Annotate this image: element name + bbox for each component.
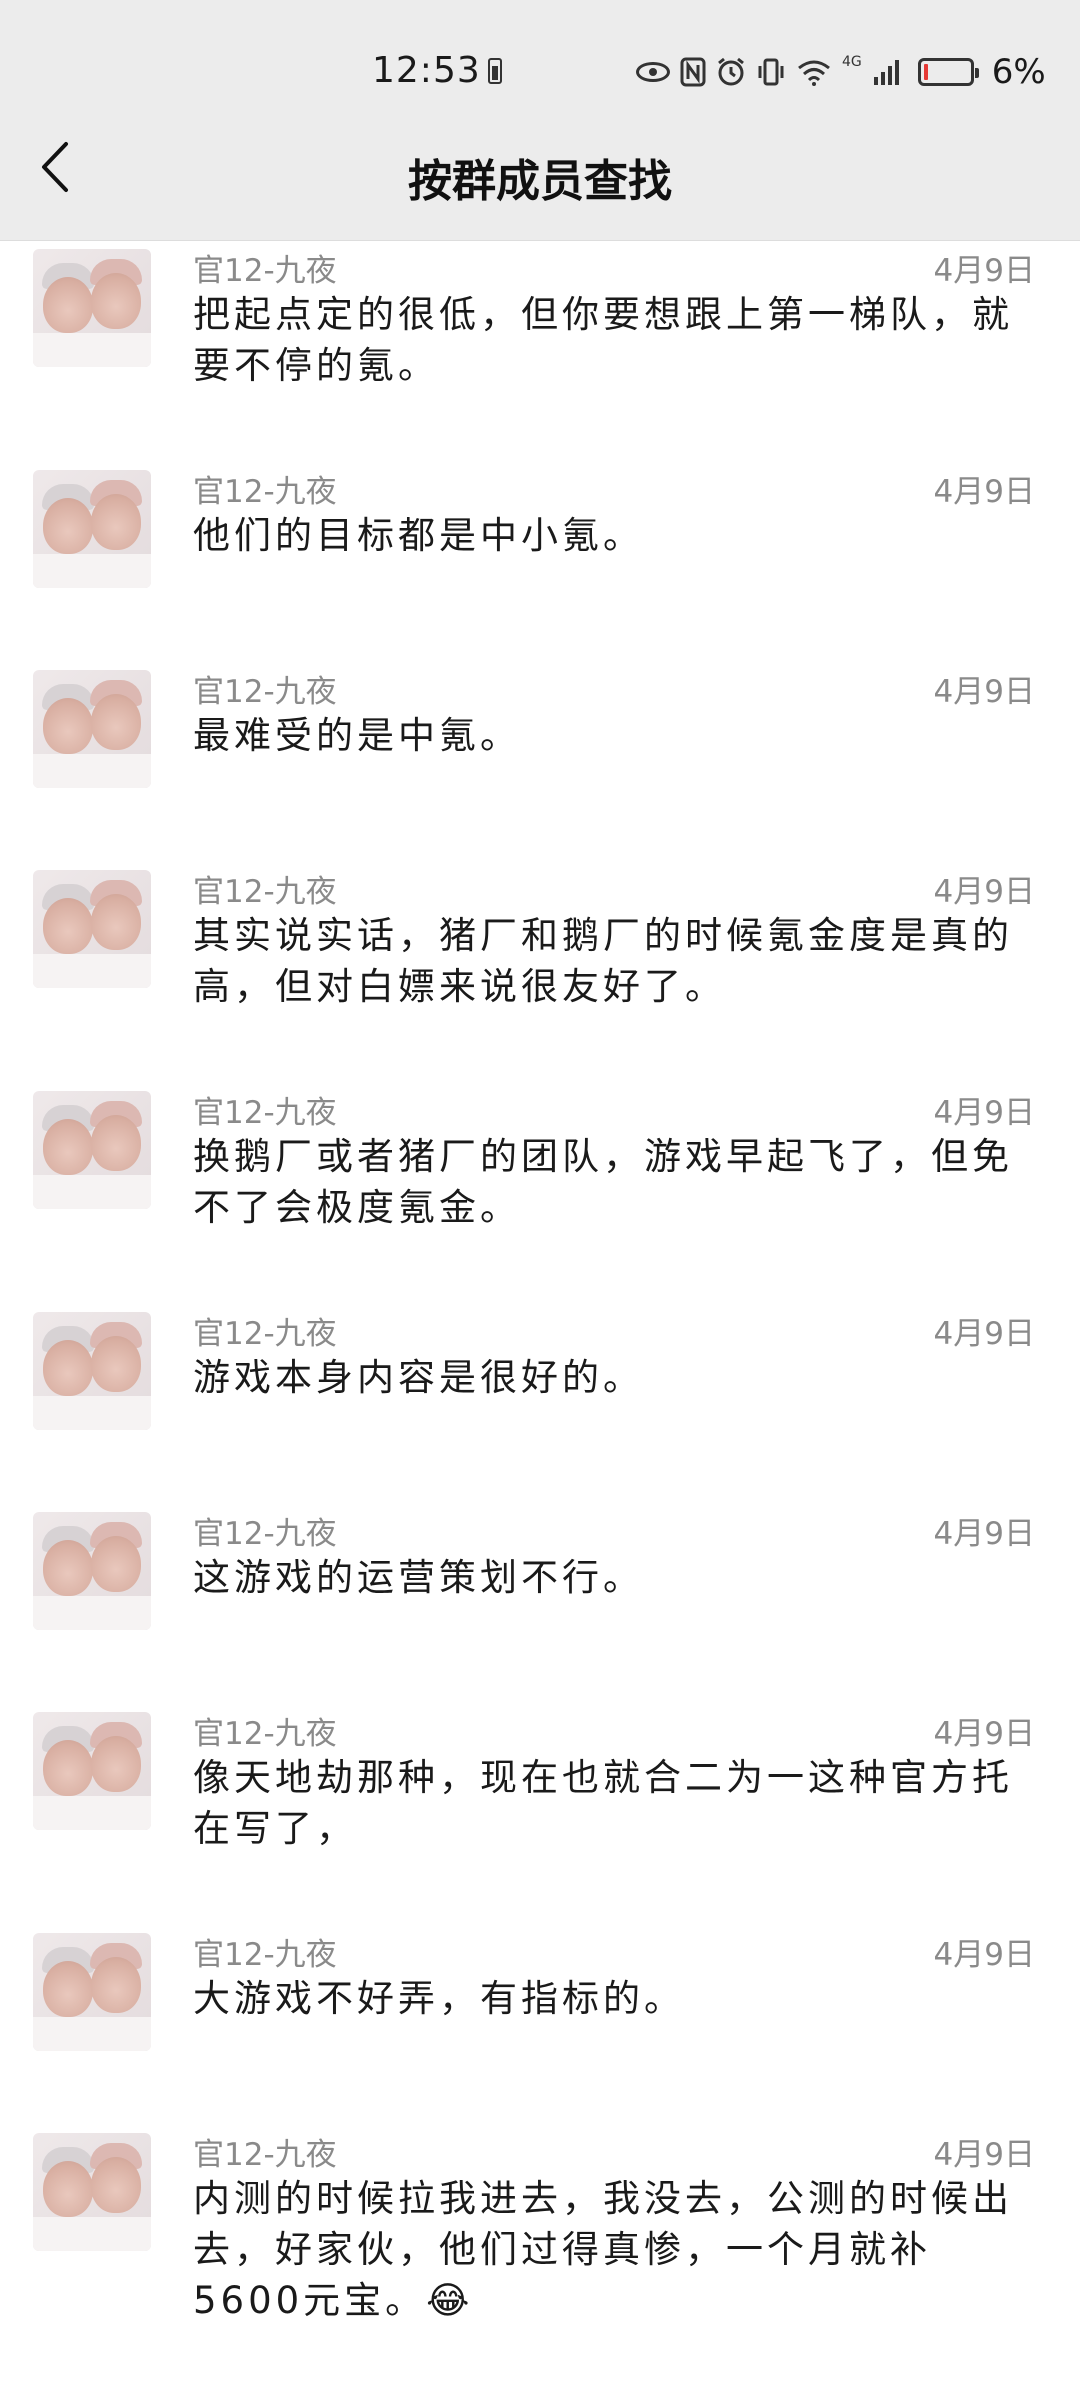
avatar[interactable] xyxy=(33,670,151,788)
network-label: 4G xyxy=(842,54,862,70)
avatar[interactable] xyxy=(33,1091,151,1209)
avatar[interactable] xyxy=(33,1512,151,1630)
message-date: 4月9日 xyxy=(933,1716,1035,1752)
sender-name: 官12-九夜 xyxy=(193,874,337,910)
sender-name: 官12-九夜 xyxy=(193,253,337,289)
message-date: 4月9日 xyxy=(933,874,1035,910)
message-date: 4月9日 xyxy=(933,2137,1035,2173)
avatar[interactable] xyxy=(33,2133,151,2251)
message-date: 4月9日 xyxy=(933,474,1035,510)
avatar[interactable] xyxy=(33,1312,151,1430)
message-text: 他们的目标都是中小氪。 xyxy=(193,514,644,557)
battery-icon xyxy=(917,58,979,86)
nfc-icon xyxy=(680,57,706,87)
avatar[interactable] xyxy=(33,1933,151,2051)
sender-name: 官12-九夜 xyxy=(193,1516,337,1552)
page-title: 按群成员查找 xyxy=(408,156,672,207)
battery-saver-icon xyxy=(488,58,502,84)
sender-name: 官12-九夜 xyxy=(193,474,337,510)
avatar[interactable] xyxy=(33,1712,151,1830)
message-date: 4月9日 xyxy=(933,1316,1035,1352)
avatar[interactable] xyxy=(33,470,151,588)
message-text: 像天地劫那种，现在也就合二为一这种官方托在写了， xyxy=(193,1756,1013,1850)
vibrate-icon xyxy=(758,58,784,86)
message-text: 大游戏不好弄，有指标的。 xyxy=(193,1977,685,2020)
message-text: 其实说实话，猪厂和鹅厂的时候氪金度是真的高，但对白嫖来说很友好了。 xyxy=(193,914,1013,1008)
message-date: 4月9日 xyxy=(933,1095,1035,1131)
eye-icon xyxy=(636,62,670,82)
message-text: 把起点定的很低，但你要想跟上第一梯队，就要不停的氪。 xyxy=(193,293,1013,387)
sender-name: 官12-九夜 xyxy=(193,1716,337,1752)
sender-name: 官12-九夜 xyxy=(193,1095,337,1131)
message-text: 游戏本身内容是很好的。 xyxy=(193,1356,644,1399)
message-date: 4月9日 xyxy=(933,674,1035,710)
sender-name: 官12-九夜 xyxy=(193,1316,337,1352)
sender-name: 官12-九夜 xyxy=(193,674,337,710)
wifi-icon xyxy=(798,60,830,86)
message-date: 4月9日 xyxy=(933,1516,1035,1552)
message-text: 换鹅厂或者猪厂的团队，游戏早起飞了，但免不了会极度氪金。 xyxy=(193,1135,1013,1229)
avatar[interactable] xyxy=(33,870,151,988)
sender-name: 官12-九夜 xyxy=(193,1937,337,1973)
battery-percent: 6% xyxy=(991,52,1046,92)
status-time: 12:53 xyxy=(372,50,481,91)
message-date: 4月9日 xyxy=(933,1937,1035,1973)
message-date: 4月9日 xyxy=(933,253,1035,289)
alarm-icon xyxy=(718,57,744,86)
sender-name: 官12-九夜 xyxy=(193,2137,337,2173)
signal-icon xyxy=(873,60,899,85)
avatar[interactable] xyxy=(33,249,151,367)
nav-bar: 按群成员查找 xyxy=(0,95,1080,241)
message-text: 内测的时候拉我进去，我没去，公测的时候出去，好家伙，他们过得真惨，一个月就补56… xyxy=(193,2177,1013,2322)
status-icons: 4G 6% xyxy=(636,52,1046,92)
message-text: 最难受的是中氪。 xyxy=(193,714,521,757)
message-text: 这游戏的运营策划不行。 xyxy=(193,1556,644,1599)
